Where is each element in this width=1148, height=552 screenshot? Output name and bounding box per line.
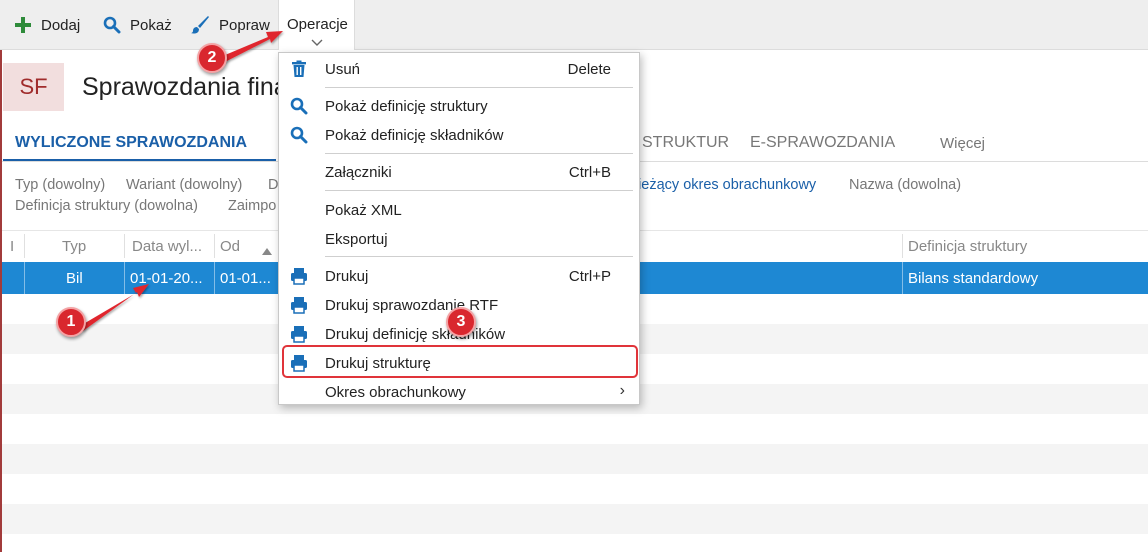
step-badge-3: 3 [446, 307, 476, 337]
step-badge-2: 2 [197, 43, 227, 73]
arrow-step2 [218, 31, 283, 64]
step-badge-1: 1 [56, 307, 86, 337]
annotation-arrows [80, 31, 283, 331]
arrow-step1 [80, 284, 149, 331]
